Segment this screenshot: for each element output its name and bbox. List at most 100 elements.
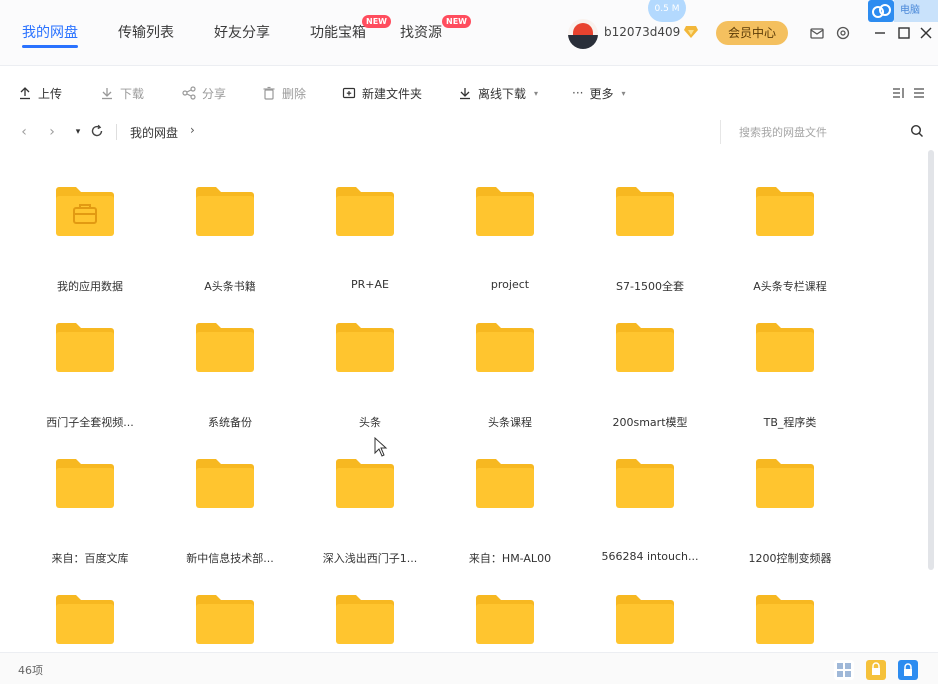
folder-icon	[196, 187, 254, 236]
folder-item[interactable]: 1200控制变频器	[730, 444, 850, 565]
folder-item[interactable]: 我的应用数据	[30, 172, 150, 293]
search-input[interactable]	[739, 123, 899, 141]
folder-item[interactable]: 566284 intouch...	[590, 444, 710, 563]
item-count: 46项	[18, 664, 43, 677]
avatar-sun	[573, 23, 593, 35]
folder-item[interactable]: 系统备份	[170, 308, 290, 429]
minimize-icon[interactable]	[872, 25, 888, 41]
folder-icon	[616, 187, 674, 236]
folder-name: 来自：HM-AL00	[468, 552, 552, 565]
folder-name: A头条专栏课程	[753, 280, 827, 293]
folder-name: S7-1500全套	[616, 280, 684, 293]
chevron-down-icon: ▾	[621, 88, 626, 98]
breadcrumb-chevron-icon[interactable]: ›	[190, 123, 195, 137]
folder-item[interactable]: A头条专栏课程	[730, 172, 850, 293]
vertical-scrollbar[interactable]	[928, 150, 934, 570]
folder-icon	[476, 459, 534, 508]
grid-view-icon[interactable]	[834, 660, 854, 680]
folder-item[interactable]	[310, 580, 430, 650]
folder-icon	[196, 323, 254, 372]
top-navigation-bar: 我的网盘 传输列表 好友分享 功能宝箱 NEW 找资源 NEW b12073d4…	[0, 0, 938, 66]
folder-item[interactable]	[730, 580, 850, 650]
folder-icon	[56, 595, 114, 644]
folder-item[interactable]: S7-1500全套	[590, 172, 710, 293]
folder-item[interactable]: 来自：HM-AL00	[450, 444, 570, 565]
new-badge: NEW	[442, 15, 471, 28]
username[interactable]: b12073d409	[604, 25, 680, 39]
corner-label[interactable]: 电脑	[894, 0, 938, 22]
folder-item[interactable]: 头条	[310, 308, 430, 429]
folder-name: 566284 intouch...	[601, 550, 699, 563]
close-icon[interactable]	[918, 25, 934, 41]
folder-name: project	[490, 278, 530, 291]
folder-item[interactable]: 新中信息技术部...	[170, 444, 290, 565]
offline-download-icon	[460, 88, 470, 100]
search-icon[interactable]	[910, 124, 924, 138]
folder-name: 深入浅出西门子1...	[322, 552, 418, 565]
download-icon	[102, 88, 112, 100]
folder-icon	[616, 595, 674, 644]
folder-item[interactable]: PR+AE	[310, 172, 430, 291]
mail-icon[interactable]	[809, 25, 825, 41]
folder-item[interactable]: TB_程序类	[730, 308, 850, 429]
folder-icon	[336, 595, 394, 644]
folder-item[interactable]: project	[450, 172, 570, 291]
folder-item[interactable]: 来自：百度文库	[30, 444, 150, 565]
forward-icon[interactable]: ›	[44, 124, 60, 140]
folder-name: A头条书籍	[204, 280, 256, 293]
sort-icon[interactable]	[892, 86, 906, 100]
tab-transfer-list[interactable]: 传输列表	[118, 22, 174, 42]
file-grid: 我的应用数据 A头条书籍 PR+AE project S7-1500全套 A头条专栏课程西…	[0, 150, 938, 650]
vault-icon[interactable]	[866, 660, 886, 680]
folder-item[interactable]: 深入浅出西门子1...	[310, 444, 430, 565]
speed-float-ball[interactable]: 0.5 M	[648, 0, 686, 22]
folder-name: 1200控制变频器	[748, 552, 832, 565]
offline-download-button[interactable]: 离线下载 ▾	[458, 84, 538, 102]
more-dots-icon: ···	[572, 86, 584, 100]
search-box	[720, 120, 932, 144]
new-badge: NEW	[362, 15, 391, 28]
tab-friend-share[interactable]: 好友分享	[214, 22, 270, 42]
folder-item[interactable]	[590, 580, 710, 650]
folder-item[interactable]: 西门子全套视频...	[30, 308, 150, 429]
vip-diamond-icon	[684, 26, 698, 38]
refresh-icon[interactable]	[90, 124, 104, 138]
tab-my-netdisk[interactable]: 我的网盘	[22, 22, 78, 42]
folder-item[interactable]: 200smart模型	[590, 308, 710, 429]
avatar-sea	[568, 35, 598, 49]
upload-icon	[20, 87, 30, 100]
more-button[interactable]: ··· 更多 ▾	[572, 84, 625, 102]
folder-name: 新中信息技术部...	[186, 552, 274, 565]
download-button[interactable]: 下载	[100, 84, 144, 102]
delete-button[interactable]: 删除	[262, 84, 306, 102]
new-folder-button[interactable]: 新建文件夹	[342, 84, 422, 102]
mouse-cursor-icon	[374, 437, 388, 457]
tab-toolbox[interactable]: 功能宝箱	[310, 22, 366, 42]
folder-name: 头条	[359, 416, 381, 429]
back-icon[interactable]: ‹	[16, 124, 32, 140]
baidu-netdisk-window: 我的网盘 传输列表 好友分享 功能宝箱 NEW 找资源 NEW b12073d4…	[0, 0, 938, 684]
folder-icon	[756, 187, 814, 236]
cloud-logo-icon[interactable]	[868, 0, 894, 22]
toolbar: 上传 下载 分享 删除 新建文件夹 离线下载 ▾ ··· 更多 ▾	[0, 74, 938, 110]
lock-icon[interactable]	[898, 660, 918, 680]
vip-center-button[interactable]: 会员中心	[716, 21, 788, 45]
address-bar: ‹ › ▾ 我的网盘 ›	[0, 116, 938, 148]
maximize-icon[interactable]	[896, 25, 912, 41]
upload-button[interactable]: 上传	[18, 84, 62, 102]
history-dropdown-icon[interactable]: ▾	[70, 124, 86, 140]
share-button[interactable]: 分享	[182, 84, 226, 102]
tab-find-resources[interactable]: 找资源	[400, 22, 442, 42]
folder-item[interactable]	[30, 580, 150, 650]
folder-name: 200smart模型	[612, 416, 688, 429]
folder-item[interactable]: 头条课程	[450, 308, 570, 429]
folder-name: PR+AE	[351, 278, 389, 291]
folder-item[interactable]	[450, 580, 570, 650]
folder-item[interactable]: A头条书籍	[170, 172, 290, 293]
folder-icon	[756, 595, 814, 644]
breadcrumb[interactable]: 我的网盘	[130, 124, 178, 141]
list-view-icon[interactable]	[912, 86, 926, 100]
settings-icon[interactable]	[835, 25, 851, 41]
avatar[interactable]	[568, 19, 598, 49]
folder-item[interactable]	[170, 580, 290, 650]
